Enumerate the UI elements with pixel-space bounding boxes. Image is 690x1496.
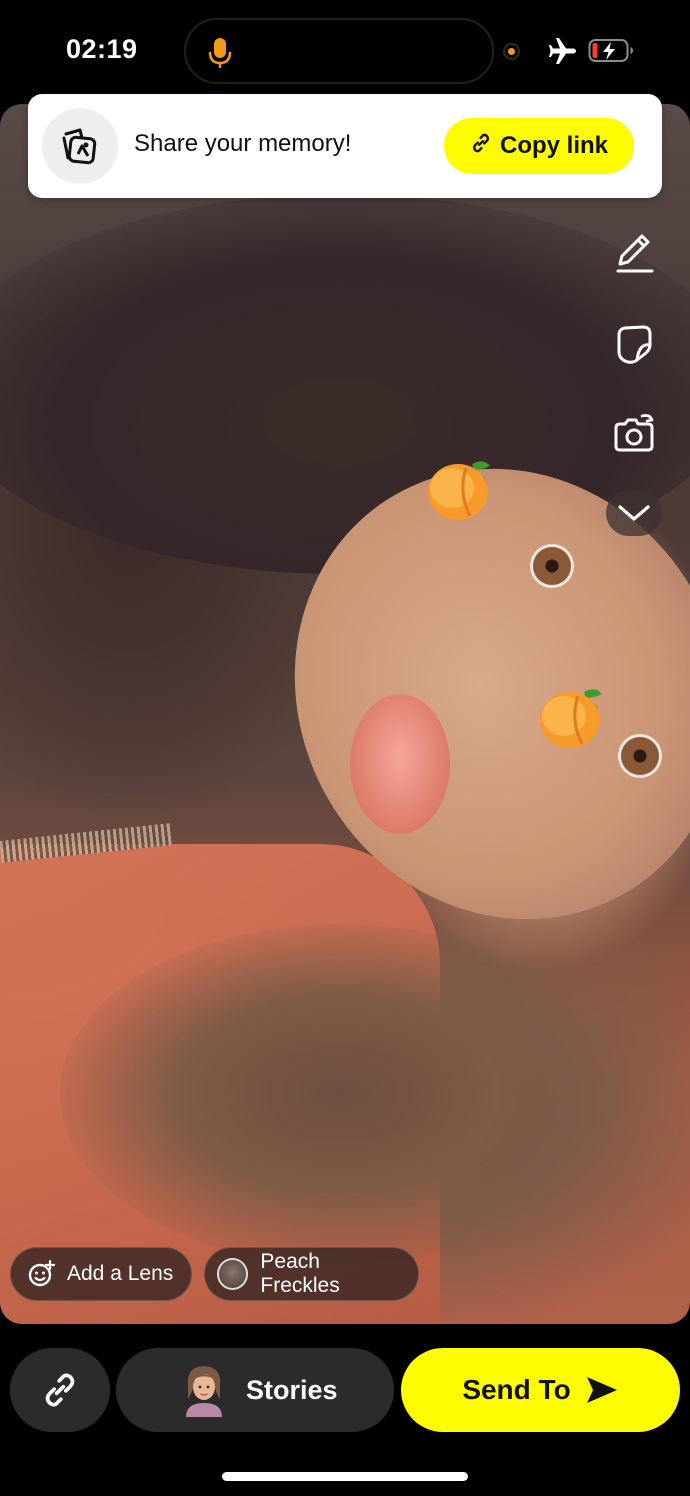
peach-emoji-sticker — [536, 682, 608, 757]
sticker-tool-button[interactable] — [606, 316, 662, 372]
pencil-icon — [616, 234, 654, 273]
share-memory-banner[interactable]: Share your memory! Copy link — [28, 94, 662, 198]
draw-tool-button[interactable] — [606, 224, 662, 280]
battery-charging-icon — [588, 38, 636, 69]
sticker-icon — [617, 325, 652, 364]
home-indicator[interactable] — [222, 1472, 468, 1481]
photo-eye — [618, 734, 662, 778]
snap-preview-screen: 02:19 Share your memory! Copy link Add a… — [0, 0, 690, 1496]
link-icon — [45, 1373, 75, 1407]
status-time: 02:19 — [66, 34, 138, 64]
share-link-button[interactable] — [10, 1348, 110, 1432]
stories-label: Stories — [246, 1374, 338, 1405]
smiley-plus-icon — [28, 1260, 55, 1287]
photo-eye — [530, 544, 574, 588]
camera-flip-button[interactable] — [606, 406, 662, 462]
send-to-label: Send To — [462, 1374, 571, 1405]
privacy-indicator-dot — [503, 43, 520, 60]
dynamic-island — [184, 18, 494, 84]
more-tools-button[interactable] — [606, 490, 662, 536]
microphone-icon — [208, 36, 232, 75]
lens-thumbnail — [217, 1258, 249, 1290]
photo-lips — [350, 694, 450, 834]
active-lens-chip[interactable]: Peach Freckles — [204, 1247, 419, 1301]
memories-icon — [62, 128, 97, 165]
copy-link-button[interactable]: Copy link — [444, 118, 634, 174]
bitmoji-avatar — [182, 1363, 226, 1417]
link-icon — [470, 132, 492, 161]
share-banner-text: Share your memory! — [134, 130, 352, 157]
copy-link-label: Copy link — [499, 132, 608, 159]
snap-photo[interactable] — [0, 104, 690, 1324]
airplane-icon — [548, 37, 578, 70]
send-to-button[interactable]: Send To — [401, 1348, 680, 1432]
add-lens-chip[interactable]: Add a Lens — [10, 1247, 192, 1301]
add-lens-label: Add a Lens — [67, 1262, 174, 1285]
stories-button[interactable]: Stories — [116, 1348, 394, 1432]
peach-emoji-sticker — [424, 454, 496, 529]
send-arrow-icon — [586, 1377, 617, 1403]
photo-curls — [60, 924, 620, 1264]
camera-flip-icon — [614, 414, 654, 452]
active-lens-label: Peach Freckles — [260, 1250, 340, 1297]
memories-icon-container — [42, 108, 118, 184]
chevron-down-icon — [618, 505, 650, 521]
